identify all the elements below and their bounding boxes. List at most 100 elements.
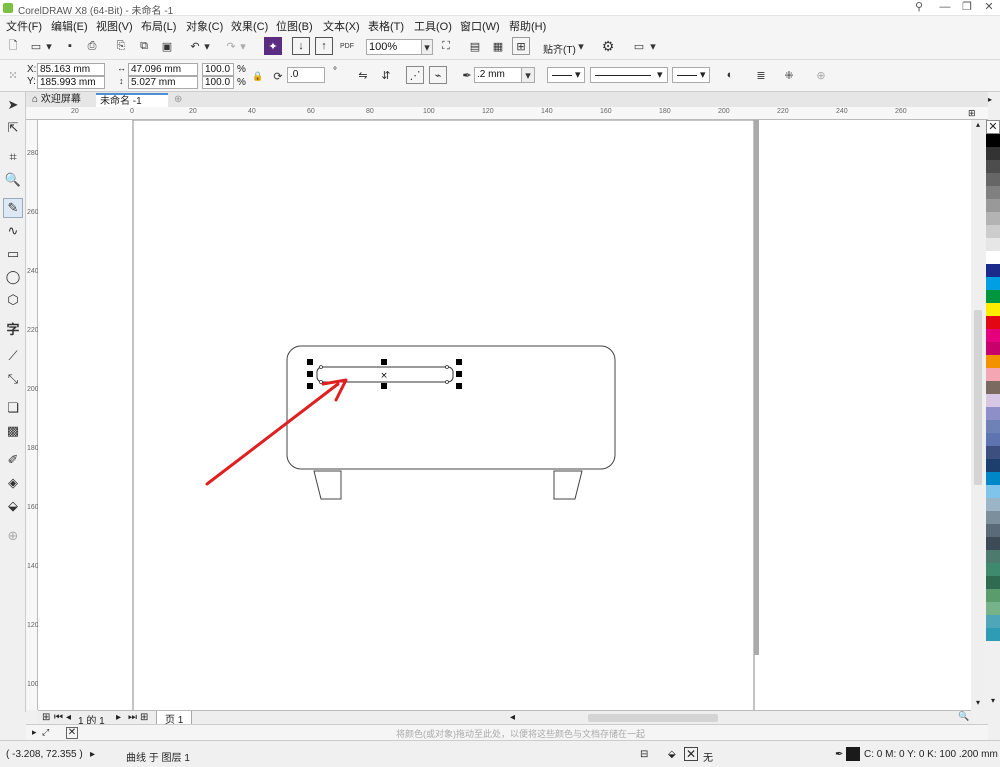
user-icon[interactable]: ⚲ — [908, 0, 930, 15]
close-curve-icon[interactable]: ◐ — [721, 66, 739, 84]
no-color-swatch[interactable]: ✕ — [986, 120, 1000, 134]
color-swatch[interactable] — [986, 498, 1000, 511]
color-swatch[interactable] — [986, 303, 1000, 316]
pdf-icon[interactable]: PDF — [338, 37, 356, 55]
rotation-field[interactable]: .0 — [287, 67, 325, 83]
chevron-down-icon[interactable]: ▾ — [576, 37, 586, 55]
smart-fill-icon[interactable]: ⬙ — [3, 496, 23, 516]
color-swatch[interactable] — [986, 602, 1000, 615]
eyedropper-small-icon[interactable]: ⤢ — [42, 727, 49, 738]
new-document-icon[interactable]: 🗋 — [4, 37, 22, 55]
scroll-up-icon[interactable]: ▴ — [972, 120, 984, 130]
end-arrowhead-select[interactable]: ▾ — [672, 67, 710, 83]
color-swatch[interactable] — [986, 355, 1000, 368]
corel-connect-icon[interactable]: ✦ — [264, 37, 282, 55]
color-swatch[interactable] — [986, 316, 1000, 329]
scroll-thumb[interactable] — [974, 310, 982, 485]
color-swatch[interactable] — [986, 524, 1000, 537]
color-swatch[interactable] — [986, 511, 1000, 524]
grid-icon[interactable]: ▦ — [489, 37, 507, 55]
restore-button[interactable]: ❐ — [956, 0, 978, 15]
minimize-button[interactable]: — — [934, 0, 956, 15]
mirror-vertical-icon[interactable]: ⇵ — [377, 66, 395, 84]
add-tool-icon[interactable]: ⊕ — [3, 526, 23, 546]
line-style-select[interactable]: ▾ — [590, 67, 668, 83]
menu-tools[interactable]: 工具(O) — [414, 18, 452, 34]
paste-icon[interactable]: ▣ — [158, 37, 176, 55]
copy-icon[interactable]: ⧉ — [135, 37, 153, 55]
menu-effects[interactable]: 效果(C) — [231, 18, 268, 34]
menu-file[interactable]: 文件(F) — [6, 18, 42, 34]
color-swatch[interactable] — [986, 147, 1000, 160]
color-swatch[interactable] — [986, 290, 1000, 303]
color-swatch[interactable] — [986, 433, 1000, 446]
add-icon[interactable]: ⊕ — [812, 66, 830, 84]
color-swatch[interactable] — [986, 160, 1000, 173]
vertical-ruler[interactable]: 280 260 240 220 200 180 160 140 120 100 — [26, 120, 39, 710]
rulers-icon[interactable]: ▤ — [466, 37, 484, 55]
color-swatch[interactable] — [986, 563, 1000, 576]
menu-edit[interactable]: 编辑(E) — [51, 18, 88, 34]
color-swatch[interactable] — [986, 199, 1000, 212]
pick-tool-icon[interactable]: ➤ — [3, 95, 23, 115]
x-position-field[interactable]: 85.163 mm — [37, 63, 105, 76]
prev-page-icon[interactable]: ◂ — [66, 712, 71, 723]
import-arrow-icon[interactable]: ↓ — [292, 37, 310, 55]
color-swatch[interactable] — [986, 615, 1000, 628]
color-swatch[interactable] — [986, 537, 1000, 550]
menu-text[interactable]: 文本(X) — [323, 18, 360, 34]
color-swatch[interactable] — [986, 589, 1000, 602]
drop-shadow-icon[interactable]: ❏ — [3, 398, 23, 418]
chevron-down-icon[interactable]: ▾ — [521, 67, 535, 83]
full-screen-icon[interactable]: ⛶ — [437, 37, 455, 55]
color-swatch[interactable] — [986, 342, 1000, 355]
scroll-left-icon[interactable]: ◂ — [510, 712, 515, 723]
smooth-node-icon[interactable]: ⌁ — [429, 66, 447, 84]
color-swatch[interactable] — [986, 134, 1000, 147]
color-swatch[interactable] — [986, 225, 1000, 238]
width-field[interactable]: 47.096 mm — [128, 63, 198, 76]
color-swatch[interactable] — [986, 472, 1000, 485]
save-icon[interactable]: ▪ — [61, 37, 79, 55]
color-swatch[interactable] — [986, 407, 1000, 420]
vertical-scrollbar[interactable]: ▴ ▾ — [972, 120, 984, 710]
add-page-icon[interactable]: ⊞ — [42, 712, 50, 723]
last-page-icon[interactable]: ⏭ — [128, 712, 137, 723]
color-swatch[interactable] — [986, 459, 1000, 472]
menu-view[interactable]: 视图(V) — [96, 18, 133, 34]
scale-x-field[interactable]: 100.0 — [202, 63, 234, 76]
wrap-text-icon[interactable]: ≣ — [752, 66, 770, 84]
horizontal-ruler[interactable]: 20 0 20 40 60 80 100 120 140 160 180 200… — [26, 107, 988, 120]
zoom-tool-icon[interactable]: 🔍 — [3, 170, 23, 190]
palette-arrow-icon[interactable]: ▸ — [32, 727, 37, 738]
color-swatch[interactable] — [986, 238, 1000, 251]
scale-y-field[interactable]: 100.0 — [202, 76, 234, 89]
close-button[interactable]: ✕ — [978, 0, 1000, 15]
menu-layout[interactable]: 布局(L) — [141, 18, 176, 34]
object-origin-icon[interactable]: ⁙ — [4, 66, 22, 84]
shape-tool-icon[interactable]: ⇱ — [3, 118, 23, 138]
print-icon[interactable]: ⎙ — [83, 37, 101, 55]
color-swatch[interactable] — [986, 420, 1000, 433]
chevron-down-icon[interactable]: ▾ — [421, 39, 433, 55]
color-swatch[interactable] — [986, 329, 1000, 342]
chevron-down-icon[interactable]: ▾ — [202, 37, 212, 55]
color-swatch[interactable] — [986, 277, 1000, 290]
menu-table[interactable]: 表格(T) — [368, 18, 404, 34]
color-swatch[interactable] — [986, 186, 1000, 199]
chevron-down-icon[interactable]: ▾ — [648, 37, 658, 55]
application-launcher-icon[interactable]: ▭ — [630, 37, 648, 55]
menu-object[interactable]: 对象(C) — [186, 18, 223, 34]
export-arrow-icon[interactable]: ↑ — [315, 37, 333, 55]
scroll-down-icon[interactable]: ▾ — [972, 698, 984, 708]
ellipse-tool-icon[interactable]: ◯ — [3, 267, 23, 287]
zoom-level-field[interactable]: 100% — [366, 39, 422, 55]
rectangle-tool-icon[interactable]: ▭ — [3, 244, 23, 264]
first-page-icon[interactable]: ⏮ — [54, 712, 63, 723]
y-position-field[interactable]: 185.993 mm — [37, 76, 105, 89]
open-folder-icon[interactable]: ▭ — [27, 37, 45, 55]
color-swatch[interactable] — [986, 251, 1000, 264]
no-color-small-icon[interactable]: ✕ — [66, 727, 78, 739]
menu-window[interactable]: 窗口(W) — [460, 18, 500, 34]
new-tab-icon[interactable]: ⊕ — [170, 93, 186, 107]
